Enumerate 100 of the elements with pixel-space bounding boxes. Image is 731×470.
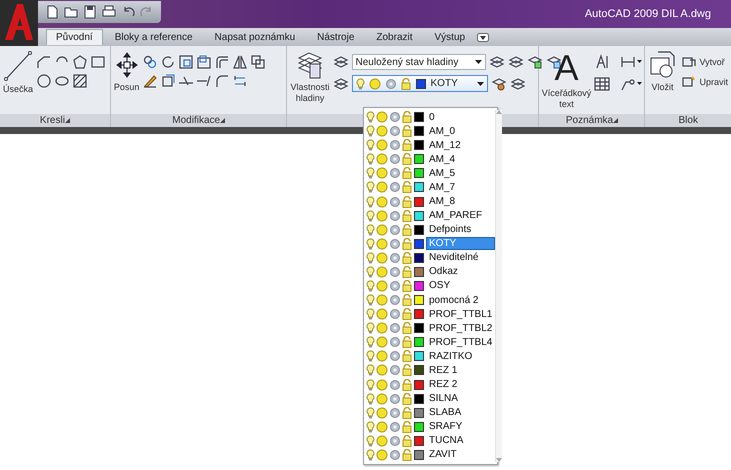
sun-icon[interactable] — [376, 139, 388, 152]
ribbon-tab[interactable]: Výstup — [424, 28, 476, 46]
lock-icon[interactable] — [402, 196, 412, 208]
light-bulb-icon[interactable] — [366, 224, 375, 236]
lock-icon[interactable] — [402, 139, 412, 152]
panel-expand-icon[interactable] — [613, 118, 618, 123]
sun-icon[interactable] — [376, 181, 388, 194]
layer-match-icon[interactable] — [490, 76, 507, 92]
rotate-icon[interactable] — [160, 54, 176, 70]
lock-icon[interactable] — [400, 78, 411, 90]
lock-icon[interactable] — [402, 167, 412, 180]
lock-icon[interactable] — [402, 392, 412, 405]
layer-item[interactable]: pomocná 2 — [366, 293, 496, 308]
scrollbar[interactable] — [495, 110, 502, 462]
layer-item[interactable]: AM_8 — [366, 194, 496, 209]
lock-icon[interactable] — [402, 153, 412, 166]
layer-item[interactable]: AM_0 — [366, 124, 496, 138]
sun-icon[interactable] — [376, 294, 388, 306]
lock-icon[interactable] — [402, 210, 412, 222]
light-bulb-icon[interactable] — [356, 78, 365, 90]
ribbon-tab[interactable]: Napsat poznámku — [204, 28, 306, 46]
light-bulb-icon[interactable] — [366, 266, 375, 278]
dimension-icon[interactable] — [620, 54, 642, 70]
lock-icon[interactable] — [402, 238, 412, 250]
sun-icon[interactable] — [376, 125, 388, 138]
sun-icon[interactable] — [376, 167, 388, 180]
sun-icon[interactable] — [376, 406, 388, 419]
layer-item[interactable]: PROF_TTBL2 — [366, 321, 496, 336]
join-icon[interactable] — [232, 73, 248, 89]
lock-icon[interactable] — [402, 224, 412, 236]
sun-icon[interactable] — [376, 336, 388, 348]
sun-icon[interactable] — [376, 378, 388, 391]
light-bulb-icon[interactable] — [366, 125, 375, 138]
sun-icon[interactable] — [376, 224, 388, 236]
lock-icon[interactable] — [402, 378, 412, 391]
edit-block-button[interactable]: Upravit — [682, 76, 728, 88]
mirror-icon[interactable] — [232, 54, 248, 70]
lock-icon[interactable] — [402, 420, 412, 433]
layer-item[interactable]: Neviditelné — [366, 250, 496, 265]
lock-icon[interactable] — [402, 336, 412, 348]
layer-properties-button[interactable]: Vlastnosti hladiny — [290, 50, 330, 104]
layer-item[interactable]: PROF_TTBL1 — [366, 307, 496, 322]
lock-icon[interactable] — [402, 322, 412, 334]
sun-icon[interactable] — [376, 420, 388, 433]
eraser-icon[interactable] — [142, 73, 158, 89]
light-bulb-icon[interactable] — [366, 336, 375, 348]
ribbon-tab[interactable]: Původní — [46, 29, 103, 45]
sun-icon[interactable] — [376, 448, 388, 461]
light-bulb-icon[interactable] — [366, 350, 375, 362]
sun-icon[interactable] — [376, 308, 388, 320]
panel-expand-icon[interactable] — [64, 118, 70, 123]
lock-icon[interactable] — [402, 294, 412, 306]
light-bulb-icon[interactable] — [366, 420, 375, 433]
lock-icon[interactable] — [402, 111, 412, 124]
stretch-icon[interactable] — [196, 54, 212, 70]
ribbon-tab[interactable]: Nástroje — [307, 28, 364, 46]
sun-icon[interactable] — [376, 392, 388, 405]
layer-item[interactable]: AM_4 — [366, 152, 496, 166]
lock-icon[interactable] — [402, 406, 412, 419]
array-icon[interactable] — [250, 54, 266, 70]
pentagon-icon[interactable] — [72, 54, 88, 70]
lock-icon[interactable] — [402, 181, 412, 194]
copy-icon[interactable] — [142, 54, 158, 70]
sun-icon[interactable] — [376, 210, 388, 222]
circle-icon[interactable] — [36, 73, 52, 89]
layer-item[interactable]: Odkaz — [366, 264, 496, 279]
lock-icon[interactable] — [402, 308, 412, 320]
light-bulb-icon[interactable] — [366, 322, 375, 334]
layer-item[interactable]: SILNA — [366, 392, 496, 406]
sun-icon[interactable] — [376, 266, 388, 278]
lock-icon[interactable] — [402, 125, 412, 138]
light-bulb-icon[interactable] — [366, 252, 375, 264]
insert-block-button[interactable]: Vložit — [648, 50, 676, 93]
ribbon-tab[interactable]: Bloky a reference — [104, 28, 203, 46]
fillet-icon[interactable] — [214, 73, 230, 89]
lock-icon[interactable] — [402, 252, 412, 264]
sun-icon[interactable] — [376, 153, 388, 166]
layer-item[interactable]: SRAFY — [366, 420, 496, 434]
layer-edit-icon[interactable] — [332, 76, 349, 92]
panel-expand-icon[interactable] — [220, 118, 226, 123]
layer-item[interactable]: ZAVIT — [366, 448, 496, 462]
layer-isolate-icon[interactable] — [526, 54, 543, 70]
light-bulb-icon[interactable] — [366, 181, 375, 194]
extend-icon[interactable] — [196, 73, 212, 89]
hatch-icon[interactable] — [72, 73, 88, 89]
ribbon-tab[interactable]: Zobrazit — [366, 28, 423, 46]
layer-item[interactable]: OSY — [366, 278, 496, 294]
scale-icon[interactable] — [178, 54, 194, 70]
lock-icon[interactable] — [402, 266, 412, 278]
layer-previous-icon[interactable] — [488, 54, 505, 70]
sun-icon[interactable] — [376, 238, 388, 250]
light-bulb-icon[interactable] — [366, 308, 375, 320]
light-bulb-icon[interactable] — [366, 448, 375, 461]
sun-icon[interactable] — [376, 322, 388, 334]
sun-icon[interactable] — [376, 364, 388, 376]
sun-icon[interactable] — [376, 434, 388, 447]
layer-item[interactable]: AM_12 — [366, 138, 496, 152]
light-bulb-icon[interactable] — [366, 210, 375, 222]
line-button[interactable]: Úsečka — [3, 50, 34, 95]
save-icon[interactable] — [82, 4, 98, 20]
